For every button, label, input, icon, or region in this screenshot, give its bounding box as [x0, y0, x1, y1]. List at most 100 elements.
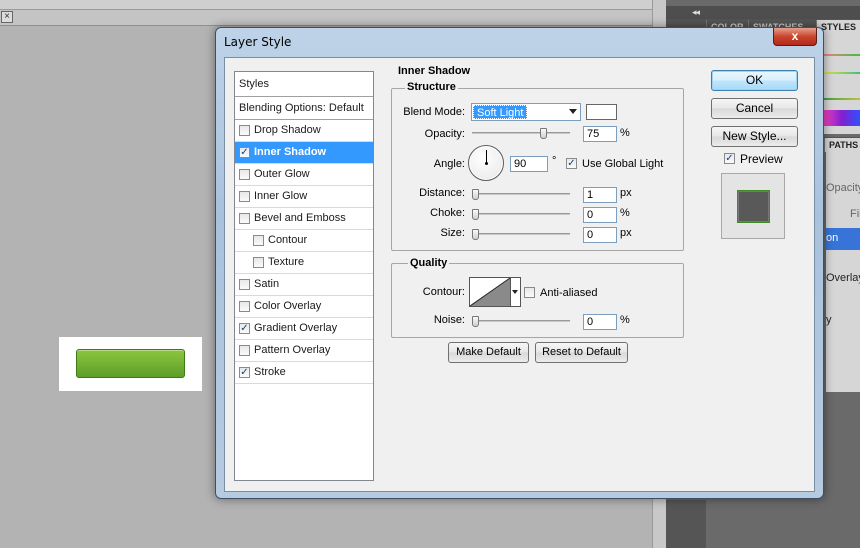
layer-style-dialog: Layer Style x Styles Blending Options: D… [215, 27, 824, 499]
size-unit: px [620, 227, 632, 239]
style-item-inner-glow[interactable]: Inner Glow [235, 186, 373, 208]
style-item-checkbox[interactable]: ✓ [239, 147, 250, 158]
noise-slider[interactable] [472, 316, 570, 327]
make-default-button[interactable]: Make Default [448, 342, 529, 363]
color-slider-red[interactable] [824, 54, 860, 56]
color-slider-green[interactable] [824, 72, 860, 74]
opacity-input[interactable]: 75 [583, 126, 617, 142]
styles-list: Styles Blending Options: Default Drop Sh… [234, 71, 374, 481]
blend-mode-label: Blend Mode: [403, 106, 465, 118]
close-button[interactable]: x [773, 28, 817, 46]
distance-slider[interactable] [472, 189, 570, 200]
style-item-label: Bevel and Emboss [254, 212, 346, 224]
preview-checkbox[interactable]: ✓ [724, 153, 735, 164]
style-item-checkbox[interactable] [239, 345, 250, 356]
noise-label: Noise: [433, 314, 465, 326]
artboard [59, 337, 202, 391]
style-item-drop-shadow[interactable]: Drop Shadow [235, 120, 373, 142]
blending-options[interactable]: Blending Options: Default [235, 97, 373, 120]
size-input[interactable]: 0 [583, 227, 617, 243]
dialog-content: Styles Blending Options: Default Drop Sh… [224, 57, 815, 492]
document-close-icon[interactable]: × [1, 11, 13, 23]
size-slider-thumb[interactable] [472, 229, 479, 240]
overlay-effect-label: Overlay [826, 272, 860, 284]
color-spectrum[interactable] [824, 110, 860, 126]
style-item-label: Drop Shadow [254, 124, 321, 136]
choke-unit: % [620, 207, 630, 219]
style-item-label: Inner Shadow [254, 146, 327, 158]
preview-label: Preview [740, 152, 783, 166]
app-top-bar [0, 0, 665, 10]
style-item-bevel-and-emboss[interactable]: Bevel and Emboss [235, 208, 373, 230]
style-item-pattern-overlay[interactable]: Pattern Overlay [235, 340, 373, 362]
distance-unit: px [620, 187, 632, 199]
quality-group [391, 263, 684, 338]
chevron-down-icon [569, 109, 577, 114]
style-item-contour[interactable]: Contour [235, 230, 373, 252]
reset-to-default-button[interactable]: Reset to Default [535, 342, 628, 363]
style-item-checkbox[interactable] [239, 125, 250, 136]
contour-label: Contour: [422, 286, 465, 298]
panel-dark-column [666, 500, 706, 548]
contour-picker[interactable] [469, 277, 511, 307]
choke-label: Choke: [430, 207, 465, 219]
selected-layer-row[interactable]: on [826, 228, 860, 250]
style-item-satin[interactable]: Satin [235, 274, 373, 296]
contour-dropdown[interactable] [511, 277, 521, 307]
style-item-checkbox[interactable]: ✓ [239, 323, 250, 334]
distance-input[interactable]: 1 [583, 187, 617, 203]
style-item-texture[interactable]: Texture [235, 252, 373, 274]
choke-slider-thumb[interactable] [472, 209, 479, 220]
opacity-unit: % [620, 127, 630, 139]
angle-input[interactable]: 90 [510, 156, 548, 172]
color-slider-blue[interactable] [824, 98, 860, 100]
styles-header[interactable]: Styles [235, 72, 373, 97]
style-item-checkbox[interactable] [239, 213, 250, 224]
angle-label: Angle: [433, 158, 465, 170]
layers-panel-body: Opacity Fil on Overlay y [826, 152, 860, 392]
cancel-button[interactable]: Cancel [711, 98, 798, 119]
blend-mode-select[interactable]: Soft Light [471, 103, 581, 121]
structure-title: Structure [405, 81, 458, 93]
style-item-checkbox[interactable] [253, 257, 264, 268]
dialog-title: Layer Style [224, 35, 292, 49]
contour-linear-icon [470, 278, 510, 306]
noise-input[interactable]: 0 [583, 314, 617, 330]
green-button-layer[interactable] [76, 349, 185, 378]
style-item-color-overlay[interactable]: Color Overlay [235, 296, 373, 318]
preview-thumbnail [721, 173, 785, 239]
style-item-gradient-overlay[interactable]: ✓ Gradient Overlay [235, 318, 373, 340]
use-global-light-checkbox[interactable]: ✓ [566, 158, 577, 169]
choke-slider[interactable] [472, 209, 570, 220]
opacity-slider[interactable] [472, 128, 570, 139]
style-item-inner-shadow[interactable]: ✓ Inner Shadow [235, 142, 373, 164]
style-item-label: Inner Glow [254, 190, 308, 202]
style-item-checkbox[interactable] [239, 191, 250, 202]
distance-label: Distance: [419, 187, 465, 199]
dock-collapse-icon[interactable]: ◂◂ [666, 6, 860, 19]
tab-paths[interactable]: PATHS [824, 138, 860, 152]
distance-slider-thumb[interactable] [472, 189, 479, 200]
style-item-checkbox[interactable] [239, 169, 250, 180]
style-item-checkbox[interactable] [239, 301, 250, 312]
style-item-outer-glow[interactable]: Outer Glow [235, 164, 373, 186]
preview-swatch [737, 190, 770, 223]
ok-button[interactable]: OK [711, 70, 798, 91]
anti-aliased-checkbox[interactable] [524, 287, 535, 298]
angle-dial[interactable] [468, 145, 504, 181]
noise-slider-thumb[interactable] [472, 316, 479, 327]
style-item-label: Pattern Overlay [254, 344, 331, 356]
shadow-color-swatch[interactable] [586, 104, 617, 120]
choke-input[interactable]: 0 [583, 207, 617, 223]
use-global-light-label: Use Global Light [582, 158, 664, 170]
fill-label: Fil [850, 208, 860, 220]
style-item-label: Stroke [254, 366, 286, 378]
style-item-stroke[interactable]: ✓ Stroke [235, 362, 373, 384]
new-style-button[interactable]: New Style... [711, 126, 798, 147]
style-item-checkbox[interactable] [253, 235, 264, 246]
style-item-label: Satin [254, 278, 280, 290]
style-item-checkbox[interactable] [239, 279, 250, 290]
style-item-checkbox[interactable]: ✓ [239, 367, 250, 378]
opacity-slider-thumb[interactable] [540, 128, 547, 139]
size-slider[interactable] [472, 229, 570, 240]
